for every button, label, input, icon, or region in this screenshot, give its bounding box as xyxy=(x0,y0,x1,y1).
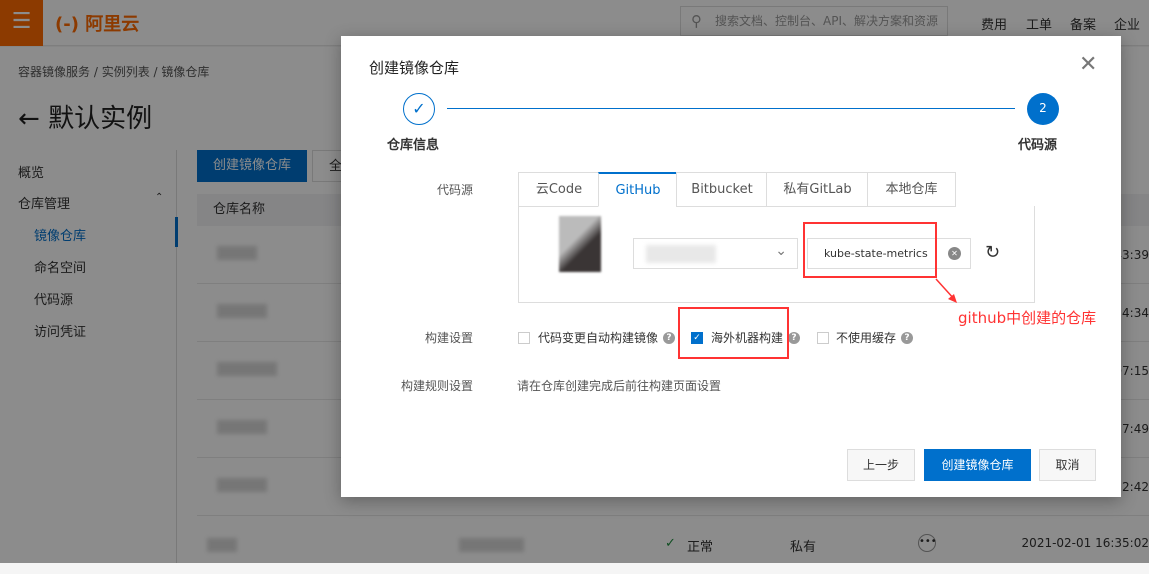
help-icon[interactable]: ? xyxy=(663,332,675,344)
refresh-icon[interactable]: ↻ xyxy=(985,242,1000,263)
dialog-title: 创建镜像仓库 xyxy=(369,59,460,77)
step-done-check-icon: ✓ xyxy=(403,93,435,125)
source-label: 代码源 xyxy=(436,183,473,197)
step-1-label: 仓库信息 xyxy=(387,138,440,153)
clear-icon[interactable]: ✕ xyxy=(948,247,961,260)
tab-gitlab[interactable]: 私有GitLab xyxy=(766,172,868,207)
tab-local[interactable]: 本地仓库 xyxy=(867,172,956,207)
no-cache-label: 不使用缓存 xyxy=(836,331,897,345)
build-settings-label: 构建设置 xyxy=(424,331,473,345)
prev-step-button[interactable]: 上一步 xyxy=(847,449,915,481)
namespace-select[interactable]: ⌄ xyxy=(633,238,798,269)
annotation-box-overseas xyxy=(678,307,789,359)
help-icon[interactable]: ? xyxy=(788,332,800,344)
build-rules-text: 请在仓库创建完成后前往构建页面设置 xyxy=(517,379,722,393)
step-2-circle: 2 xyxy=(1027,93,1059,125)
tab-yuncode[interactable]: 云Code xyxy=(518,172,599,207)
close-icon[interactable]: ✕ xyxy=(1079,52,1097,77)
annotation-box-repo xyxy=(803,222,937,278)
avatar xyxy=(559,216,601,272)
tab-github[interactable]: GitHub xyxy=(598,172,677,207)
no-cache-checkbox[interactable] xyxy=(817,332,829,344)
step-2-label: 代码源 xyxy=(1018,138,1058,153)
chevron-down-icon: ⌄ xyxy=(775,243,787,259)
annotation-arrow-icon xyxy=(935,278,957,303)
annotation-text: github中创建的仓库 xyxy=(958,309,1097,327)
tab-bitbucket[interactable]: Bitbucket xyxy=(676,172,767,207)
cancel-button[interactable]: 取消 xyxy=(1039,449,1096,481)
create-repo-dialog: 创建镜像仓库 ✕ ✓ 2 仓库信息 代码源 代码源 云Code GitHub B… xyxy=(341,36,1121,497)
create-repo-button[interactable]: 创建镜像仓库 xyxy=(924,449,1031,481)
step-connector xyxy=(447,108,1015,109)
auto-build-checkbox[interactable] xyxy=(518,332,530,344)
help-icon[interactable]: ? xyxy=(901,332,913,344)
build-rules-label: 构建规则设置 xyxy=(400,379,473,393)
auto-build-label: 代码变更自动构建镜像 xyxy=(538,331,659,345)
